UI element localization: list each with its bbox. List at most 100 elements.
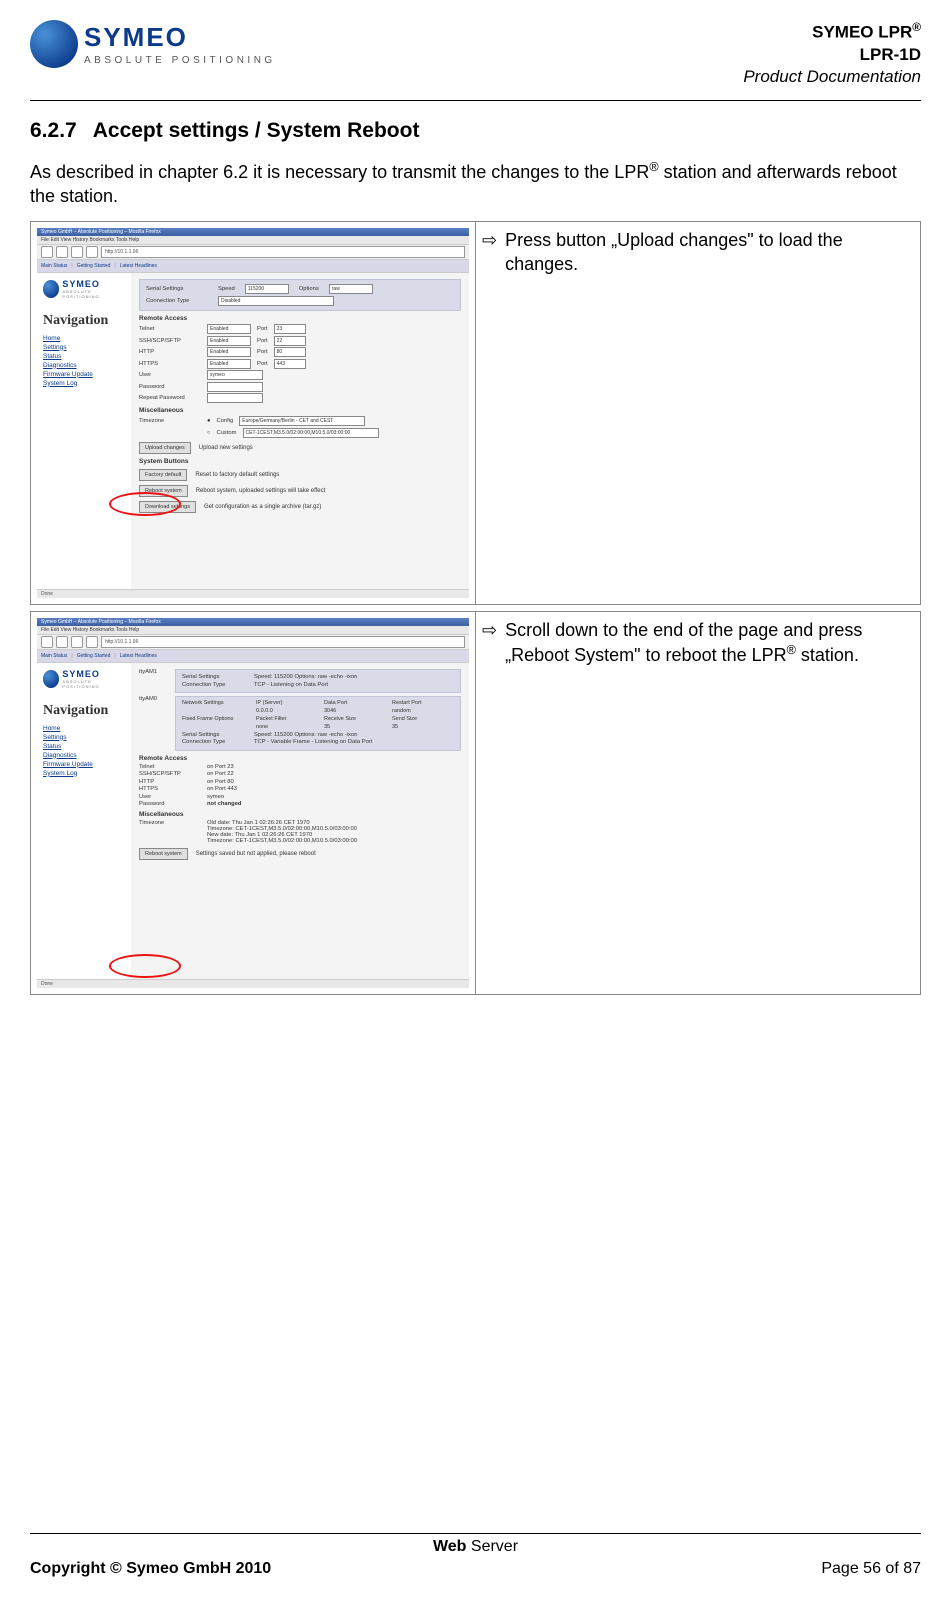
logo-text: SYMEO <box>84 22 276 53</box>
m1-conn-label: Connection Type <box>146 298 208 304</box>
m1-speed-label: Speed <box>218 286 235 292</box>
m1-pw-label: Password <box>139 384 201 390</box>
m2-ff-v0: none <box>256 724 318 730</box>
tab-latest-headlines: Latest Headlines <box>120 653 157 659</box>
m2-user-val: symeo <box>207 794 224 800</box>
mini-logo-icon <box>43 670 59 688</box>
mini1-titlebar: Symeo GmbH – Absolute Positioning – Mozi… <box>37 228 469 236</box>
section-number: 6.2.7 <box>30 119 77 142</box>
m1-custom-label: Custom <box>217 430 237 436</box>
m1-http-label: HTTP <box>139 349 201 355</box>
screenshot-1-cell: Symeo GmbH – Absolute Positioning – Mozi… <box>31 221 476 604</box>
header-line3: Product Documentation <box>743 66 921 88</box>
m2-tz-l3: Timezone: CET-1CEST,M3.5.0/02:00:00,M10.… <box>207 838 357 844</box>
nav-home: Home <box>43 335 125 342</box>
m1-https-port: 443 <box>274 359 306 369</box>
m1-http-port-label: Port <box>257 349 268 355</box>
mini2-titlebar: Symeo GmbH – Absolute Positioning – Mozi… <box>37 618 469 626</box>
m1-ssh-label: SSH/SCP/SFTP <box>139 338 201 344</box>
stop-icon <box>86 636 98 648</box>
m2-telnet-label: Telnet <box>139 764 201 770</box>
footer-page: Page 56 of 87 <box>821 1560 921 1578</box>
m1-https-sel: Enabled <box>207 359 251 369</box>
tab-latest-headlines: Latest Headlines <box>120 263 157 269</box>
m2-serial-label-b: Serial Settings <box>182 732 244 738</box>
m2-pw-label: Password <box>139 801 201 807</box>
m1-remote-heading: Remote Access <box>139 315 461 322</box>
m2-ssh-val: on Port 22 <box>207 771 234 777</box>
mini2-sidebar: SYMEO ABSOLUTE POSITIONING Navigation Ho… <box>37 663 131 983</box>
mini1-menubar: File Edit View History Bookmarks Tools H… <box>37 236 469 245</box>
instruction-2-post: station. <box>796 645 859 665</box>
m1-download-note: Get configuration as a single archive (t… <box>204 504 321 510</box>
m1-http-port: 80 <box>274 347 306 357</box>
m2-tty-a: ttyAM1 <box>139 669 169 675</box>
nav-syslog: System Log <box>43 380 125 387</box>
m1-http-sel: Enabled <box>207 347 251 357</box>
m1-https-label: HTTPS <box>139 361 201 367</box>
tab-getting-started: Getting Started <box>77 653 111 659</box>
m2-http-label: HTTP <box>139 779 201 785</box>
instruction-1-text: Press button „Upload changes" to load th… <box>505 228 914 277</box>
header-line2: LPR-1D <box>743 44 921 66</box>
reload-icon <box>71 246 83 258</box>
m2-conn-label-a: Connection Type <box>182 682 244 688</box>
header-line1-sup: ® <box>912 20 921 34</box>
mini2-content: ttyAM1 Serial Settings Speed: 115200 Opti… <box>131 663 469 983</box>
header-line1: SYMEO LPR <box>812 23 912 42</box>
mini2-menubar: File Edit View History Bookmarks Tools H… <box>37 626 469 635</box>
m1-tz-label: Timezone <box>139 418 201 424</box>
m2-net-v1: 3046 <box>324 708 386 714</box>
m2-net-c2: Restart Port <box>392 700 454 706</box>
footer-rule <box>30 1533 921 1534</box>
footer-copyright: Copyright © Symeo GmbH 2010 <box>30 1560 271 1578</box>
nav-firmware: Firmware Update <box>43 761 125 768</box>
m2-net-v2: random <box>392 708 454 714</box>
m1-sysbtn-heading: System Buttons <box>139 458 461 465</box>
m1-options-label: Options <box>299 286 319 292</box>
m1-user-label: User <box>139 372 201 378</box>
footer-center-rest: Server <box>466 1538 518 1555</box>
mini-logo-text: SYMEO <box>62 279 125 289</box>
m2-serial-val-b: Speed: 115200 Options: raw -echo -ixon <box>254 732 357 738</box>
section-title: Accept settings / System Reboot <box>93 119 420 142</box>
mini2-toolbar: http://10.1.1.96 <box>37 635 469 650</box>
nav-title: Navigation <box>43 313 125 329</box>
back-icon <box>41 636 53 648</box>
m2-telnet-val: on Port 23 <box>207 764 234 770</box>
m2-http-val: on Port 80 <box>207 779 234 785</box>
m2-user-label: User <box>139 794 201 800</box>
m1-ssh-sel: Enabled <box>207 336 251 346</box>
m2-ff-c2: Send Size <box>392 716 454 722</box>
header-title-block: SYMEO LPR® LPR-1D Product Documentation <box>743 20 921 88</box>
m1-misc-heading: Miscellaneous <box>139 407 461 414</box>
header-rule <box>30 100 921 101</box>
forward-icon <box>56 246 68 258</box>
tab-main-status: Main Status <box>41 263 67 269</box>
m2-conn-label-b: Connection Type <box>182 739 244 745</box>
screenshot-2: Symeo GmbH – Absolute Positioning – Mozi… <box>37 618 469 988</box>
m1-rpw-input <box>207 393 263 403</box>
m1-options-select: raw <box>329 284 373 294</box>
instruction-table-2: Symeo GmbH – Absolute Positioning – Mozi… <box>30 611 921 995</box>
m1-rpw-label: Repeat Password <box>139 395 201 401</box>
nav-home: Home <box>43 725 125 732</box>
nav-status: Status <box>43 353 125 360</box>
instruction-2-text: Scroll down to the end of the page and p… <box>505 618 914 668</box>
page-header: SYMEO ABSOLUTE POSITIONING SYMEO LPR® LP… <box>30 20 921 88</box>
reload-icon <box>71 636 83 648</box>
m1-user-input: symeo <box>207 370 263 380</box>
m1-config-select: Europe/Germany/Berlin - CET and CEST <box>239 416 365 426</box>
m2-conn-val-b: TCP - Variable Frame - Listening on Data… <box>254 739 372 745</box>
m2-ff-c1: Receive Size <box>324 716 386 722</box>
m1-speed-select: 115200 <box>245 284 289 294</box>
m2-ff-v2: 35 <box>392 724 454 730</box>
section-heading: 6.2.7 Accept settings / System Reboot <box>30 119 921 143</box>
m2-statusbar: Done <box>37 979 469 988</box>
m2-pw-val: not changed <box>207 801 241 807</box>
m2-net-c0: IP (Server) <box>256 700 318 706</box>
m2-reboot-button: Reboot system <box>139 848 188 860</box>
stop-icon <box>86 246 98 258</box>
intro-sup: ® <box>649 160 658 174</box>
m1-ssh-port-label: Port <box>257 338 268 344</box>
